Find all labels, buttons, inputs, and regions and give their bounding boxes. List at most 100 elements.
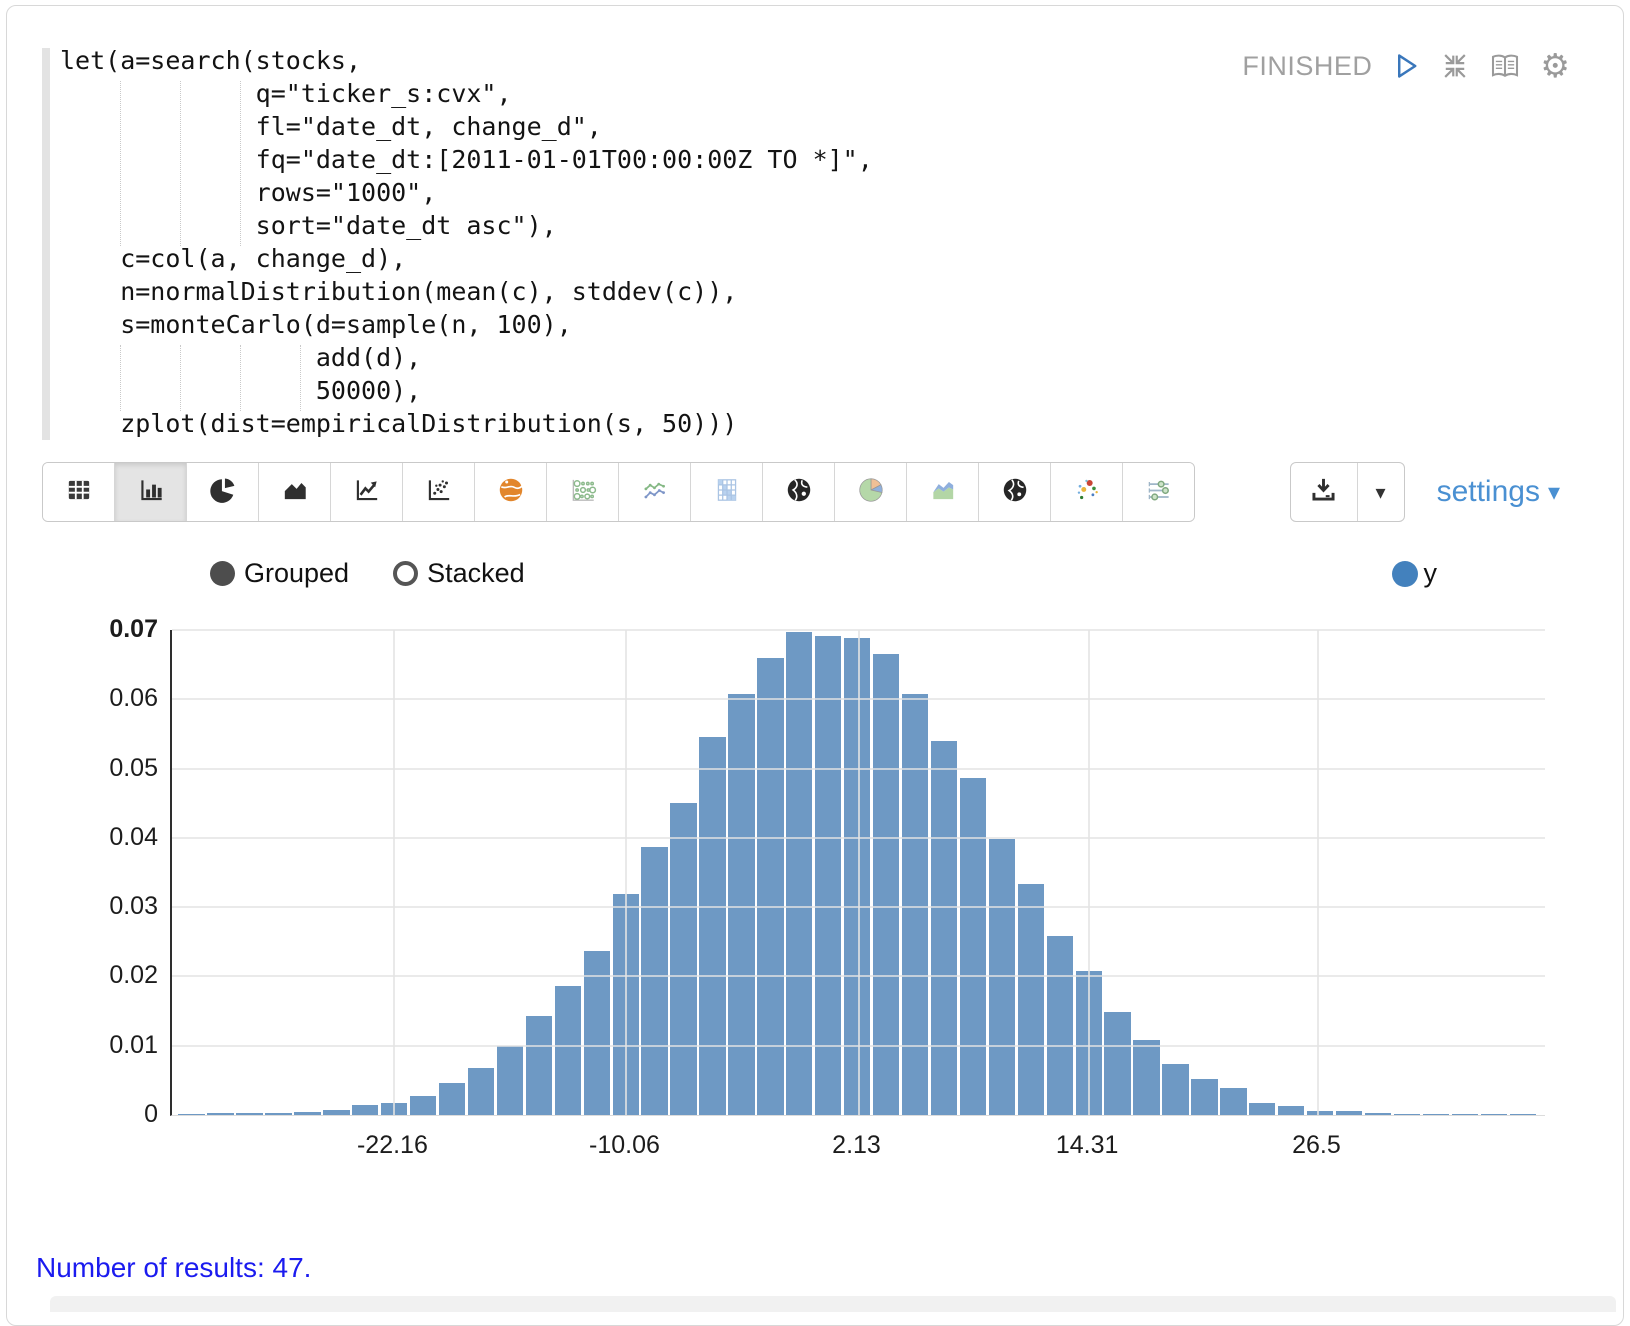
- histogram-bar[interactable]: [294, 1112, 320, 1115]
- y-tick-label: 0.01: [30, 1031, 158, 1060]
- globe-dark-icon: [784, 475, 814, 510]
- histogram-bar[interactable]: [1365, 1113, 1391, 1115]
- histogram-bar[interactable]: [699, 737, 725, 1115]
- histogram-bar[interactable]: [1133, 1040, 1159, 1115]
- histogram-bar[interactable]: [410, 1096, 436, 1115]
- run-play-icon[interactable]: [1391, 50, 1421, 82]
- histogram-bar[interactable]: [1191, 1079, 1217, 1115]
- histogram-bar[interactable]: [178, 1114, 204, 1115]
- chart-type-bar-chart-button[interactable]: [115, 463, 187, 521]
- chart-type-scatter-colored-button[interactable]: [1051, 463, 1123, 521]
- y-tick-label: 0.06: [30, 684, 158, 713]
- code-line: n=normalDistribution(mean(c), stddev(c))…: [60, 275, 873, 308]
- x-axis-labels: -22.16-10.062.1314.3126.5: [170, 1131, 1543, 1165]
- y-tick-label: 0.05: [30, 754, 158, 783]
- globe-dark2-icon: [1000, 475, 1030, 510]
- histogram-bar[interactable]: [323, 1110, 349, 1115]
- chart-type-range-sliders-button[interactable]: [1123, 463, 1194, 521]
- legend-label: y: [1424, 558, 1438, 589]
- histogram-bar[interactable]: [1220, 1088, 1246, 1115]
- y-axis-labels: 0.070.060.050.040.030.020.010: [30, 630, 158, 1115]
- pie-chart-icon: [208, 475, 238, 510]
- download-menu-button[interactable]: ▾: [1358, 463, 1404, 521]
- scatter-colored-icon: [1072, 475, 1102, 510]
- chart-type-bubble-chart-button[interactable]: [547, 463, 619, 521]
- v-gridline: [858, 630, 860, 1115]
- chart-type-globe-button[interactable]: [763, 463, 835, 521]
- radio-icon: [210, 561, 235, 586]
- histogram-bar[interactable]: [786, 632, 812, 1115]
- gear-icon[interactable]: ⚙: [1540, 51, 1570, 81]
- indent-guide: [240, 345, 241, 411]
- chart-type-pie-colored-button[interactable]: [835, 463, 907, 521]
- histogram-bar[interactable]: [670, 803, 696, 1115]
- histogram-bar[interactable]: [1336, 1111, 1362, 1115]
- histogram-bar[interactable]: [555, 986, 581, 1115]
- download-button[interactable]: [1291, 463, 1358, 521]
- histogram-bar[interactable]: [1481, 1114, 1507, 1115]
- indent-guide: [120, 345, 121, 411]
- toolbar-right-controls: ▾ settings ▾: [1290, 462, 1560, 522]
- show-editor-book-icon[interactable]: [1489, 52, 1521, 80]
- results-count-text: Number of results: 47.: [36, 1252, 311, 1284]
- y-tick-label: 0: [30, 1100, 158, 1129]
- code-line: 50000),: [60, 374, 873, 407]
- histogram-bar[interactable]: [1452, 1114, 1478, 1115]
- histogram-bar[interactable]: [1018, 884, 1044, 1115]
- histogram-bar[interactable]: [468, 1068, 494, 1115]
- chart-type-pie-chart-button[interactable]: [187, 463, 259, 521]
- legend-item[interactable]: y: [1392, 558, 1438, 589]
- chart-type-multi-line-chart-button[interactable]: [619, 463, 691, 521]
- histogram-bar[interactable]: [1394, 1114, 1420, 1115]
- histogram-bar[interactable]: [728, 694, 754, 1115]
- indent-guide: [180, 345, 181, 411]
- settings-label: settings: [1437, 475, 1540, 509]
- histogram-bar[interactable]: [1423, 1114, 1449, 1115]
- histogram-bar[interactable]: [902, 694, 928, 1115]
- chart-type-line-chart-button[interactable]: [331, 463, 403, 521]
- download-split-button: ▾: [1290, 462, 1405, 522]
- chart-type-area-chart-button[interactable]: [259, 463, 331, 521]
- histogram-bar[interactable]: [1510, 1114, 1536, 1115]
- histogram-bar[interactable]: [815, 636, 841, 1115]
- histogram-bar[interactable]: [1249, 1103, 1275, 1115]
- x-tick-label: 26.5: [1292, 1131, 1341, 1160]
- histogram-bar[interactable]: [1104, 1012, 1130, 1115]
- settings-link[interactable]: settings ▾: [1437, 475, 1560, 509]
- chart-type-table-button[interactable]: [43, 463, 115, 521]
- histogram-bar[interactable]: [526, 1016, 552, 1115]
- histogram-bar[interactable]: [207, 1113, 233, 1115]
- histogram-bar[interactable]: [236, 1113, 262, 1115]
- chart-type-globe-2-button[interactable]: [979, 463, 1051, 521]
- x-tick-label: -10.06: [589, 1131, 660, 1160]
- histogram-bar[interactable]: [497, 1046, 523, 1115]
- code-line: let(a=search(stocks,: [60, 44, 873, 77]
- pie-colored-icon: [856, 475, 886, 510]
- line-chart-icon: [352, 475, 382, 510]
- chevron-down-icon: ▾: [1376, 480, 1386, 505]
- histogram-bar[interactable]: [352, 1105, 378, 1115]
- mode-option-grouped[interactable]: Grouped: [210, 558, 349, 589]
- histogram-bar[interactable]: [641, 847, 667, 1115]
- chevron-down-icon: ▾: [1548, 478, 1560, 507]
- histogram-bar[interactable]: [439, 1083, 465, 1115]
- indent-guide: [120, 81, 121, 246]
- mode-option-stacked[interactable]: Stacked: [393, 558, 525, 589]
- histogram-bar[interactable]: [960, 778, 986, 1115]
- histogram-bar[interactable]: [1162, 1064, 1188, 1115]
- histogram-bar[interactable]: [265, 1113, 291, 1115]
- x-tick-label: -22.16: [357, 1131, 428, 1160]
- chart-type-area-colored-button[interactable]: [907, 463, 979, 521]
- chart-type-scatter-chart-button[interactable]: [403, 463, 475, 521]
- plot-area[interactable]: [170, 630, 1545, 1116]
- code-block[interactable]: let(a=search(stocks, q="ticker_s:cvx", f…: [60, 44, 873, 440]
- histogram-bar[interactable]: [1307, 1111, 1333, 1115]
- histogram-bar[interactable]: [931, 741, 957, 1115]
- histogram-bar[interactable]: [1047, 936, 1073, 1115]
- chart-type-heatmap-button[interactable]: [691, 463, 763, 521]
- chart-type-map-button[interactable]: [475, 463, 547, 521]
- histogram-bar[interactable]: [1278, 1106, 1304, 1115]
- range-sliders-icon: [1144, 475, 1174, 510]
- collapse-icon[interactable]: [1440, 51, 1470, 81]
- y-tick-label: 0.07: [30, 615, 158, 644]
